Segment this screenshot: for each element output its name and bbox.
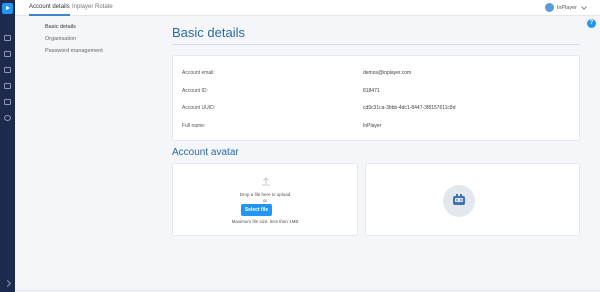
detail-row-full-name: Full name: InPlayer	[182, 123, 572, 129]
audience-icon[interactable]	[4, 67, 11, 73]
user-menu[interactable]: InPlayer	[544, 3, 587, 12]
robot-avatar-icon	[453, 194, 465, 205]
reports-icon[interactable]	[4, 83, 11, 89]
detail-row-uuid: Account UUID: cd9c31ca-3bbb-4dc1-8447-3f…	[182, 105, 572, 111]
or-text: or	[262, 198, 267, 203]
avatar-upload-dropzone[interactable]: Drop a file here to upload or Select fil…	[172, 163, 358, 236]
collapse-sidebar-icon[interactable]	[3, 279, 12, 288]
detail-label: Full name:	[182, 123, 206, 129]
footer-line	[15, 290, 600, 291]
subnav-item-organisation[interactable]: Organisation	[45, 36, 103, 48]
page-title: Basic details	[172, 25, 245, 40]
select-file-button[interactable]: Select file	[241, 204, 272, 216]
subnav-item-password-management[interactable]: Password management	[45, 48, 103, 60]
avatar-preview	[365, 163, 580, 236]
app-sidebar	[0, 0, 15, 292]
app-logo-icon[interactable]	[2, 3, 13, 14]
detail-row-account-id: Account ID: 818471	[182, 88, 572, 94]
top-bar: Account details Inplayer Rotate InPlayer	[15, 0, 600, 16]
settings-subnav: Basic details Organisation Password mana…	[45, 24, 103, 60]
max-size-note: Maximum file size: less than 1MB	[231, 219, 299, 224]
settings-icon[interactable]	[4, 115, 11, 121]
detail-label: Account ID:	[182, 88, 208, 94]
dashboard-icon[interactable]	[4, 35, 11, 41]
detail-row-email: Account email: demos@inplayer.com	[182, 70, 572, 76]
detail-value: cd9c31ca-3bbb-4dc1-8447-3f8157611c8d	[363, 105, 456, 111]
detail-value: InPlayer	[363, 123, 382, 129]
detail-label: Account UUID:	[182, 105, 216, 111]
title-divider	[172, 44, 580, 45]
assets-icon[interactable]	[4, 51, 11, 57]
detail-value: demos@inplayer.com	[363, 70, 412, 76]
basic-details-card: Account email: demos@inplayer.com Accoun…	[172, 55, 580, 141]
detail-label: Account email:	[182, 70, 215, 76]
tab-inplayer-rotate[interactable]: Inplayer Rotate	[72, 4, 113, 16]
drop-hint: Drop a file here to upload	[239, 192, 291, 197]
subnav-item-basic-details[interactable]: Basic details	[45, 24, 103, 36]
user-avatar	[544, 3, 554, 12]
detail-value: 818471	[363, 88, 380, 94]
tab-account-details[interactable]: Account details	[29, 4, 70, 16]
help-button[interactable]: ?	[587, 19, 596, 28]
upload-icon	[262, 177, 270, 186]
chevron-down-icon	[581, 3, 587, 10]
user-name: InPlayer	[556, 4, 577, 11]
payments-icon[interactable]	[4, 99, 11, 105]
section-title-avatar: Account avatar	[172, 147, 239, 158]
